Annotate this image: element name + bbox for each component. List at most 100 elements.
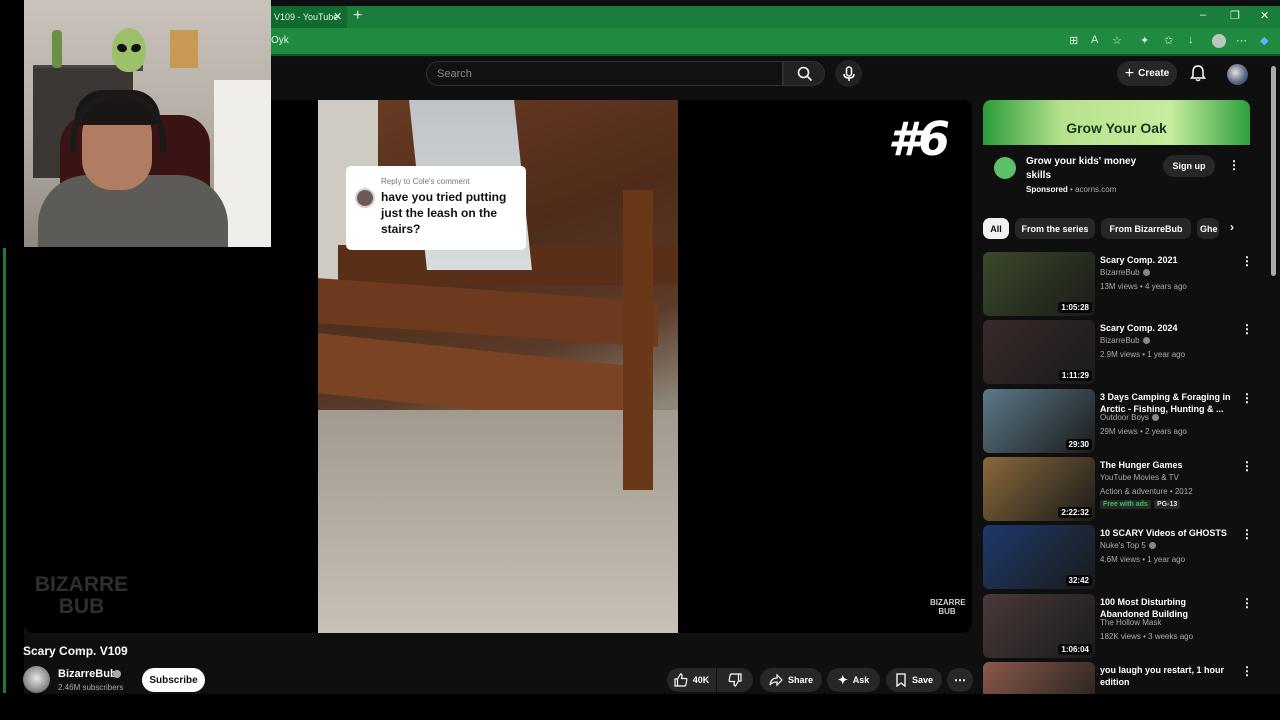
chip-all[interactable]: All: [983, 218, 1009, 239]
recommendation-thumbnail[interactable]: 2:22:32: [983, 457, 1095, 521]
dislike-button[interactable]: [717, 668, 753, 692]
recommendation-menu-icon[interactable]: ⋮: [1241, 322, 1253, 336]
window-close-icon[interactable]: ✕: [1260, 9, 1269, 22]
extension-icon[interactable]: ✦: [1140, 34, 1149, 47]
channel-avatar[interactable]: [23, 666, 50, 693]
sponsored-ad[interactable]: Grow Your Oak Grow your kids' money skil…: [983, 100, 1250, 205]
download-icon[interactable]: ↓: [1188, 34, 1194, 46]
share-button[interactable]: Share: [760, 668, 822, 692]
recommendation-thumbnail[interactable]: 1:06:04: [983, 594, 1095, 658]
ad-banner[interactable]: Grow Your Oak: [983, 100, 1250, 145]
frame-newel-post: [623, 190, 653, 490]
recommendation-channel[interactable]: Outdoor Boys: [1100, 413, 1159, 422]
more-actions-button[interactable]: ⋯: [947, 668, 973, 692]
share-label: Share: [787, 675, 813, 685]
address-bar[interactable]: Oyk ⊞ A ☆ ✦ ✩ ↓ ⋯ ◆: [271, 28, 1280, 54]
favorites-icon[interactable]: ✩: [1164, 34, 1173, 47]
subscribe-button[interactable]: Subscribe: [142, 668, 205, 692]
save-button[interactable]: Save: [886, 668, 942, 692]
recommendation-title[interactable]: 10 SCARY Videos of GHOSTS: [1100, 527, 1235, 539]
copilot-icon[interactable]: ◆: [1260, 34, 1268, 47]
recommendation-item[interactable]: 1:11:29 Scary Comp. 2024 BizarreBub 2.9M vi…: [983, 320, 1253, 384]
bookmark-icon: [896, 673, 906, 687]
recommendation-channel[interactable]: BizarreBub: [1100, 336, 1150, 345]
recommendation-item[interactable]: 1:06:04 100 Most Disturbing Abandoned Bui…: [983, 594, 1253, 658]
app-icon[interactable]: ⊞: [1069, 34, 1078, 47]
notifications-bell-icon[interactable]: [1189, 64, 1207, 82]
chip-from-series[interactable]: From the series: [1015, 218, 1095, 239]
new-tab-icon[interactable]: +: [353, 7, 362, 25]
ask-button[interactable]: ✦ Ask: [827, 668, 880, 692]
recommendation-menu-icon[interactable]: ⋮: [1241, 527, 1253, 541]
sparkle-icon: ✦: [837, 673, 848, 687]
url-text[interactable]: Oyk: [271, 35, 289, 46]
create-button[interactable]: + Create: [1117, 61, 1177, 86]
ad-sponsored-line: Sponsored • acorns.com: [1026, 185, 1117, 194]
page-scrollbar[interactable]: [1270, 56, 1278, 694]
account-avatar[interactable]: [1227, 64, 1248, 85]
recommendation-thumbnail[interactable]: 29:30: [983, 389, 1095, 453]
reply-to-label: Reply to Cole's comment: [381, 177, 470, 186]
browser-menu-icon[interactable]: ⋯: [1236, 34, 1247, 47]
recommendation-channel-name[interactable]: BizarreBub: [1100, 268, 1140, 277]
duration-badge: 2:22:32: [1058, 507, 1092, 518]
webcam-cactus: [52, 30, 62, 68]
recommendation-item[interactable]: 2:22:32 The Hunger Games YouTube Movies & …: [983, 457, 1253, 521]
recommendation-channel-name[interactable]: YouTube Movies & TV: [1100, 473, 1179, 482]
chip-from-bizarrebub[interactable]: From BizarreBub: [1101, 218, 1191, 239]
recommendation-menu-icon[interactable]: ⋮: [1241, 596, 1253, 610]
chevron-right-icon[interactable]: ›: [1230, 220, 1234, 234]
minimize-icon[interactable]: –: [1200, 9, 1206, 21]
recommendation-channel[interactable]: YouTube Movies & TV: [1100, 473, 1179, 482]
recommendation-title[interactable]: Scary Comp. 2021: [1100, 254, 1235, 266]
channel-name[interactable]: BizarreBub: [58, 668, 117, 680]
like-count: 40K: [692, 675, 710, 685]
voice-search-button[interactable]: [835, 60, 862, 87]
scrollbar-thumb[interactable]: [1271, 66, 1276, 276]
recommendation-menu-icon[interactable]: ⋮: [1241, 664, 1253, 678]
frame-stair: [318, 278, 658, 347]
ad-headline[interactable]: Grow your kids' money skills: [1026, 155, 1146, 183]
recommendation-channel-name[interactable]: The Hollow Mask: [1100, 618, 1161, 627]
restore-icon[interactable]: ❐: [1230, 9, 1240, 22]
read-aloud-icon[interactable]: A: [1091, 34, 1098, 46]
favorite-star-icon[interactable]: ☆: [1112, 34, 1122, 47]
search-icon: [797, 66, 813, 82]
recommendation-title[interactable]: you laugh you restart, 1 hour edition: [1100, 664, 1235, 688]
recommendation-channel[interactable]: BizarreBub: [1100, 268, 1150, 277]
ad-menu-icon[interactable]: ⋮: [1228, 158, 1240, 172]
recommendation-title[interactable]: The Hunger Games: [1100, 459, 1235, 471]
recommendation-title[interactable]: 3 Days Camping & Foraging in Arctic - Fi…: [1100, 391, 1235, 415]
ad-signup-button[interactable]: Sign up: [1163, 155, 1215, 177]
recommendation-item[interactable]: 29:30 3 Days Camping & Foraging in Arctic…: [983, 389, 1253, 453]
comment-reply-card: Reply to Cole's comment have you tried p…: [346, 166, 526, 250]
like-button[interactable]: 40K: [667, 668, 716, 692]
recommendation-channel-name[interactable]: BizarreBub: [1100, 336, 1140, 345]
duration-badge: 29:30: [1065, 439, 1092, 450]
recommendation-item[interactable]: 1:05:28 Scary Comp. 2021 BizarreBub 13M vie…: [983, 252, 1253, 316]
share-icon: [769, 673, 783, 687]
commenter-avatar: [355, 188, 375, 208]
recommendation-menu-icon[interactable]: ⋮: [1241, 391, 1253, 405]
recommendation-menu-icon[interactable]: ⋮: [1241, 459, 1253, 473]
recommendation-channel[interactable]: Nuke's Top 5: [1100, 541, 1156, 550]
search-button[interactable]: [783, 61, 825, 86]
more-icon: ⋯: [954, 673, 966, 687]
tab-close-icon[interactable]: ✕: [333, 10, 342, 23]
recommendation-thumbnail[interactable]: 32:42: [983, 525, 1095, 589]
verified-icon: [1151, 414, 1159, 421]
verified-icon: [113, 670, 121, 678]
ad-banner-title: Grow Your Oak: [1066, 120, 1167, 136]
recommendation-thumbnail[interactable]: 1:05:28: [983, 252, 1095, 316]
recommendation-title[interactable]: Scary Comp. 2024: [1100, 322, 1235, 334]
recommendation-channel-name[interactable]: Nuke's Top 5: [1100, 541, 1146, 550]
search-input[interactable]: Search: [426, 61, 783, 86]
recommendation-thumbnail[interactable]: 1:11:29: [983, 320, 1095, 384]
rating-badge: PG-13: [1154, 500, 1181, 509]
recommendation-item[interactable]: 32:42 10 SCARY Videos of GHOSTS Nuke's Top…: [983, 525, 1253, 589]
browser-profile-icon[interactable]: [1212, 34, 1226, 48]
chip-more[interactable]: Ghe: [1197, 218, 1219, 239]
recommendation-channel-name[interactable]: Outdoor Boys: [1100, 413, 1149, 422]
recommendation-menu-icon[interactable]: ⋮: [1241, 254, 1253, 268]
recommendation-channel[interactable]: The Hollow Mask: [1100, 618, 1161, 627]
